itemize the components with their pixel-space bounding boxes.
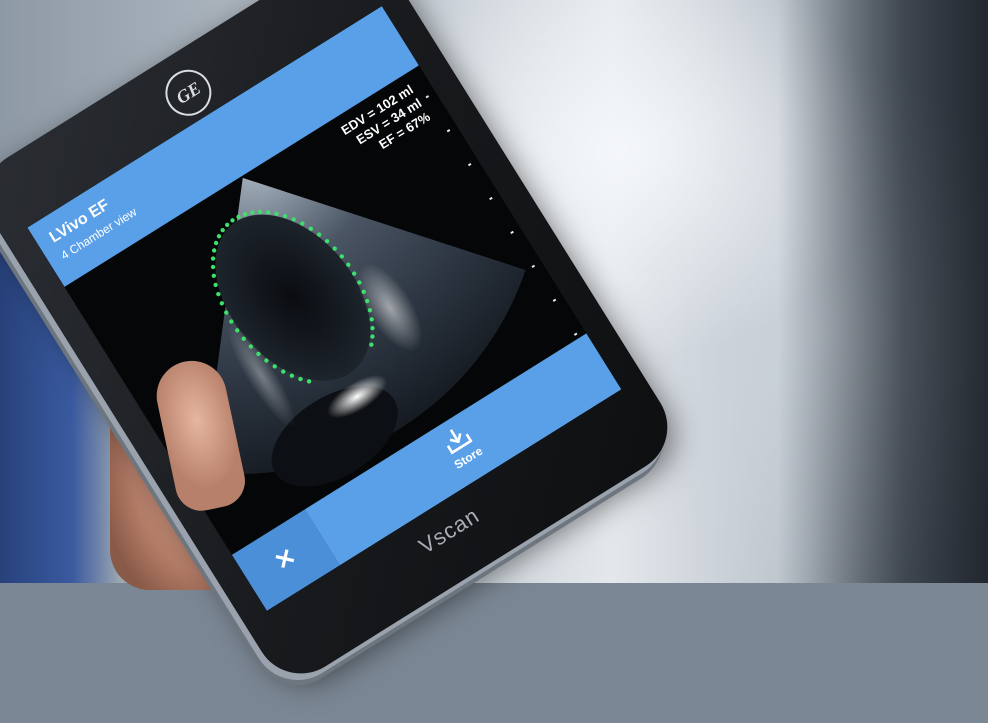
trace-dot [211,248,217,253]
trace-dot [230,218,235,223]
trace-dot [213,240,219,246]
trace-dot [210,264,216,270]
trace-dot [210,256,216,261]
